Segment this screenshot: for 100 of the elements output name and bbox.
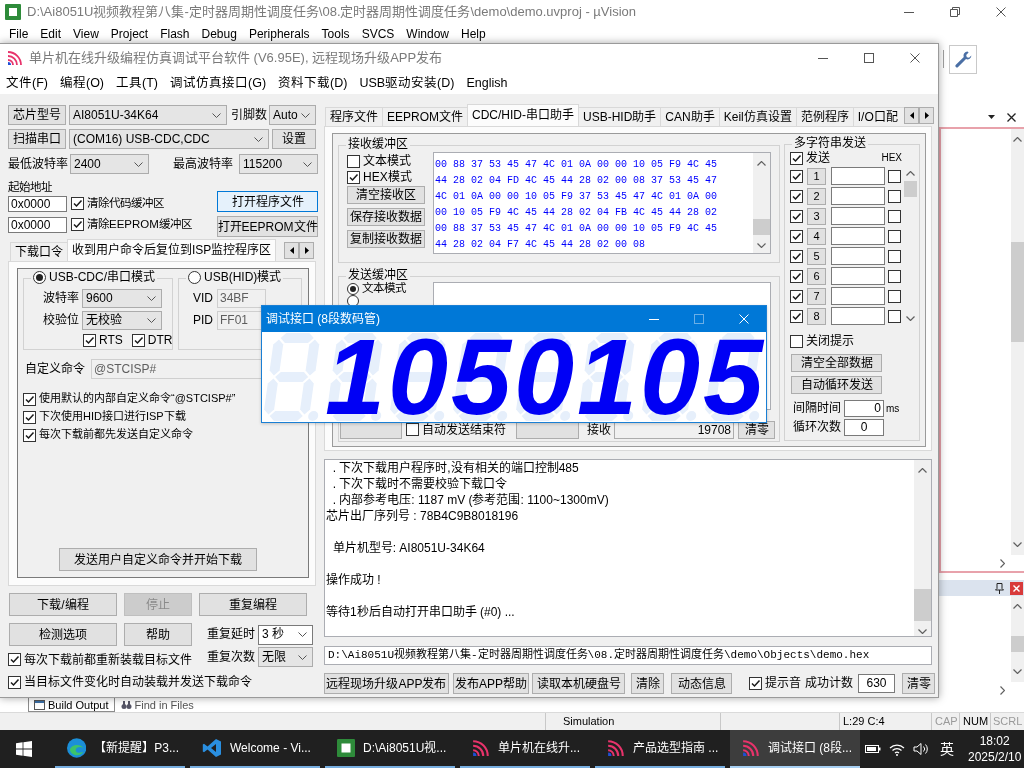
checkbox[interactable] [888, 269, 901, 283]
scrollbar-thumb[interactable] [1011, 636, 1024, 652]
scrollbar-thumb[interactable] [904, 181, 917, 197]
close-icon[interactable] [910, 53, 920, 63]
output-tab[interactable]: Build Output [28, 698, 115, 712]
checkbox-label[interactable]: 每次下载前都重新装载目标文件 [24, 652, 192, 667]
scroll-up-icon[interactable] [918, 468, 927, 473]
scroll-up-icon[interactable] [1013, 604, 1022, 609]
send-string-button[interactable]: 2 [807, 187, 826, 205]
checkbox[interactable] [23, 410, 36, 424]
scrollbar-thumb[interactable] [914, 589, 931, 621]
menu-item[interactable]: SVCS [355, 26, 401, 42]
checkbox-label[interactable]: RTS [99, 333, 123, 348]
repeat-delay-dropdown[interactable]: 3 秒 [258, 624, 313, 645]
checkbox[interactable] [71, 197, 84, 211]
chevron-down-icon[interactable] [254, 136, 263, 142]
tab-scroll-right-button[interactable] [299, 242, 314, 259]
triangle-left-icon[interactable] [909, 112, 914, 119]
checkbox-label[interactable]: 自动发送结束符 [422, 422, 506, 438]
taskbar-button[interactable]: 单片机在线升... [460, 730, 590, 768]
radio-label[interactable]: 文本模式 [362, 282, 406, 296]
interval-field[interactable]: 0 [844, 400, 884, 417]
checkbox[interactable] [790, 309, 803, 323]
clock[interactable]: 18:02 2025/2/10 [964, 733, 1024, 765]
send-string-button[interactable]: 1 [807, 167, 826, 185]
checkbox[interactable] [347, 170, 360, 184]
reset-button[interactable]: 清零 [738, 421, 775, 439]
tab[interactable]: 程序文件 [325, 107, 383, 126]
open-file-button[interactable]: 打开程序文件 [217, 191, 318, 212]
menu-item[interactable]: Window [400, 26, 455, 42]
checkbox-label[interactable]: 下次使用HID接口进行ISP下载 [39, 410, 186, 424]
tab[interactable]: 收到用户命令后复位到ISP监控程序区 [67, 239, 277, 261]
menu-item[interactable]: View [67, 26, 105, 42]
send-string-button[interactable]: 6 [807, 267, 826, 285]
close-icon[interactable] [996, 7, 1006, 17]
scroll-up-icon[interactable] [906, 171, 915, 176]
string-field[interactable] [831, 307, 885, 325]
string-field[interactable] [831, 247, 885, 265]
menu-item[interactable]: Tools [315, 26, 356, 42]
chip-model-dropdown[interactable]: AI8051U-34K64 [69, 105, 227, 125]
send-string-button[interactable]: 3 [807, 207, 826, 225]
checkbox-label[interactable]: 清除EEPROM缓冲区 [87, 218, 192, 232]
scroll-up-icon[interactable] [1013, 137, 1022, 142]
scroll-down-icon[interactable] [918, 629, 927, 634]
menu-item[interactable]: USB驱动安装(D) [353, 75, 461, 91]
taskbar-button[interactable]: 调试接口 (8段... [730, 730, 860, 768]
file-path-field[interactable]: D:\Ai8051U视频教程第八集-定时器周期性调度任务\08.定时器周期性调度任务\demo\Objects\demo.hex [324, 646, 932, 665]
chevron-down-icon[interactable] [301, 112, 310, 118]
scroll-up-icon[interactable] [757, 161, 766, 166]
multi-send-action-button[interactable]: 自动循环发送 [791, 376, 882, 394]
checkbox[interactable] [749, 677, 762, 690]
tool-button[interactable]: 发布APP帮助 [453, 673, 529, 694]
multi-send-action-button[interactable]: 清空全部数据 [791, 354, 882, 372]
checkbox-label[interactable]: 使用默认的内部自定义命令“@STCISP#” [39, 392, 236, 406]
scrollbar-thumb[interactable] [753, 219, 770, 235]
checkbox[interactable] [888, 249, 901, 263]
max-baud-dropdown[interactable]: 115200 [239, 154, 318, 174]
radio-button[interactable] [188, 270, 201, 284]
checkbox-label[interactable]: DTR [147, 333, 173, 348]
menu-item[interactable]: 资料下载(D) [272, 75, 354, 91]
address-field[interactable]: 0x0000 [8, 217, 67, 233]
address-field[interactable]: 0x0000 [8, 196, 67, 212]
checkbox-label[interactable]: 清除代码缓冲区 [87, 197, 164, 211]
min-baud-dropdown[interactable]: 2400 [70, 154, 149, 174]
receive-action-button[interactable]: 复制接收数据 [347, 230, 425, 248]
chevron-down-icon[interactable] [303, 161, 312, 167]
tab-scroll-left-button[interactable] [904, 107, 919, 124]
scrollbar-thumb[interactable] [1011, 242, 1024, 342]
checkbox[interactable] [790, 229, 803, 243]
battery-icon[interactable] [865, 742, 881, 756]
checkbox-label[interactable]: 每次下载前都先发送自定义命令 [39, 428, 193, 442]
action-button[interactable]: 重复编程 [199, 593, 307, 616]
toolbar-button[interactable] [949, 44, 977, 74]
checkbox[interactable] [406, 423, 419, 437]
send-command-button[interactable]: 发送用户自定义命令并开始下载 [59, 548, 257, 571]
tool-button[interactable]: 动态信息 [671, 673, 732, 694]
scroll-right-icon[interactable] [1000, 685, 1005, 695]
checkbox[interactable] [23, 428, 36, 442]
menu-item[interactable]: Help [455, 26, 492, 42]
menu-item[interactable]: 文件(F) [0, 75, 54, 91]
checkbox-label[interactable]: 当目标文件变化时自动装载并发送下载命令 [24, 674, 252, 690]
pin-icon[interactable] [994, 582, 1005, 594]
checkbox[interactable] [790, 269, 803, 283]
checkbox[interactable] [8, 653, 21, 667]
menu-item[interactable]: Edit [34, 26, 68, 42]
scroll-down-icon[interactable] [757, 243, 766, 248]
repeat-count-dropdown[interactable]: 无限 [258, 647, 313, 667]
triangle-left-icon[interactable] [289, 247, 294, 254]
taskbar-button[interactable]: 产品选型指南 ... [595, 730, 725, 768]
receive-action-button[interactable]: 清空接收区 [347, 186, 425, 204]
menu-item[interactable]: Peripherals [242, 26, 316, 42]
action-button[interactable]: 下载/编程 [9, 593, 117, 616]
checkbox[interactable] [790, 151, 803, 165]
tab-scroll-left-button[interactable] [284, 242, 299, 259]
maximize-icon[interactable] [864, 53, 874, 63]
chevron-down-icon[interactable] [134, 161, 143, 167]
speaker-icon[interactable] [913, 742, 928, 756]
close-icon[interactable] [1007, 112, 1016, 122]
menu-item[interactable]: 工具(T) [110, 75, 164, 91]
checkbox[interactable] [790, 209, 803, 223]
